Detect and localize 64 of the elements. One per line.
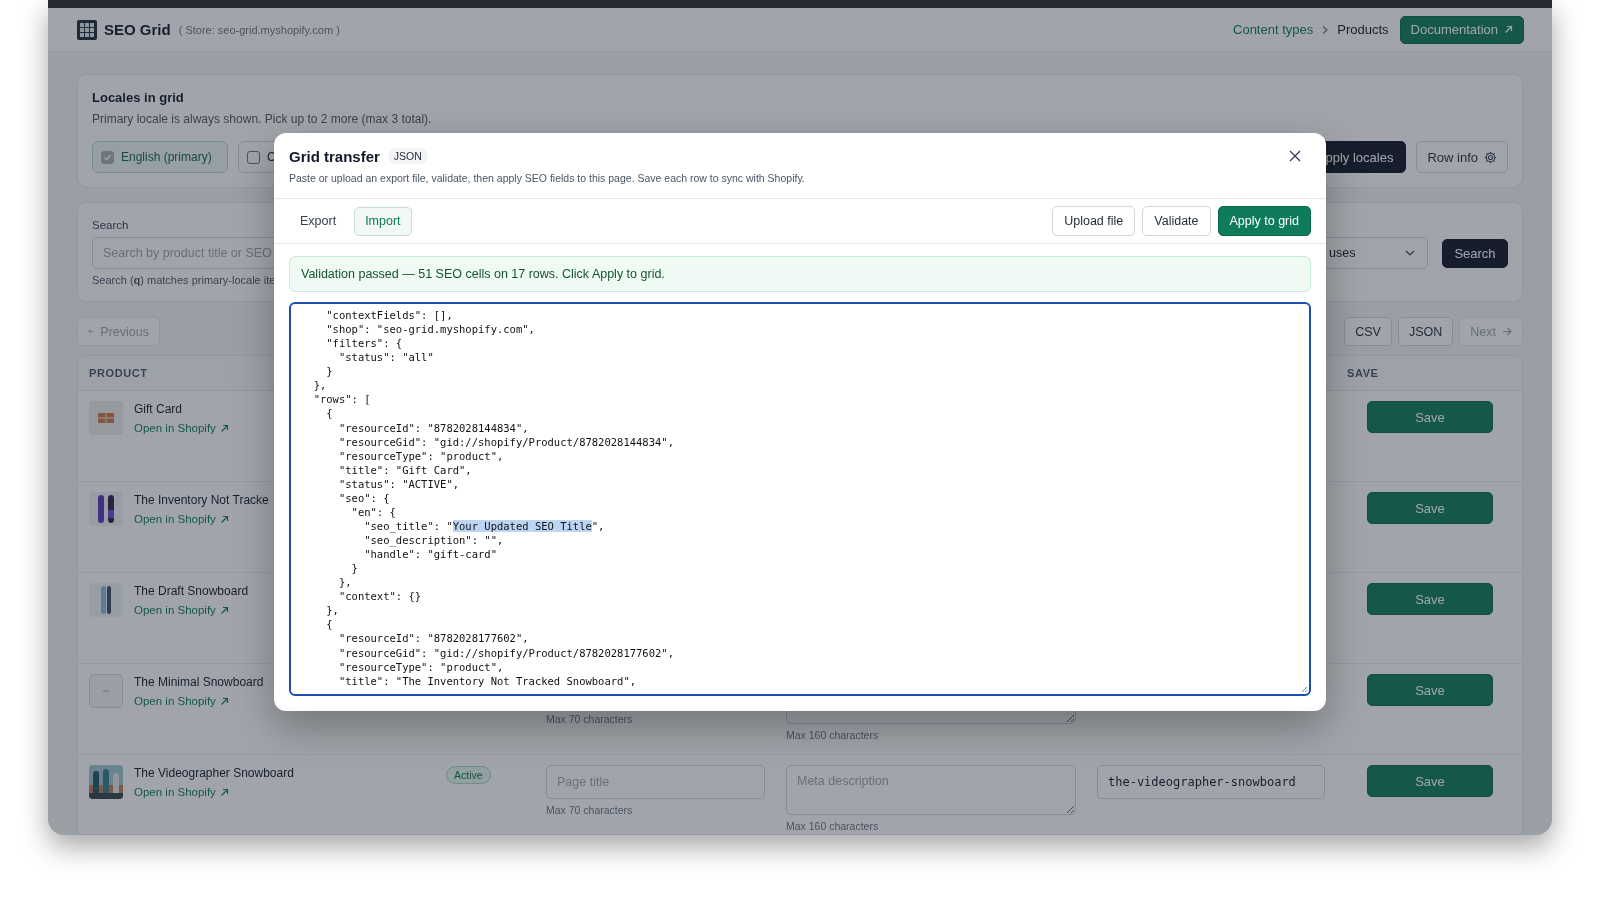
arrow-left-icon xyxy=(88,327,95,336)
grid-logo-icon xyxy=(77,19,97,40)
close-button[interactable] xyxy=(1287,148,1303,164)
open-in-shopify-link[interactable]: Open in Shopify xyxy=(134,604,229,616)
column-header: SAVE xyxy=(1347,367,1379,379)
handle-field[interactable]: the-videographer-snowboard xyxy=(1097,765,1325,799)
external-link-icon xyxy=(219,696,229,706)
save-button[interactable]: Save xyxy=(1367,401,1493,433)
dialog-title: Grid transfer xyxy=(289,147,380,165)
field-hint: Max 160 characters xyxy=(786,819,880,833)
resize-handle-icon xyxy=(1300,685,1308,693)
action-button[interactable]: Upload file xyxy=(1052,206,1136,236)
meta-description-field[interactable]: Meta description xyxy=(786,765,1076,815)
page-title-field[interactable]: Page title xyxy=(546,765,765,799)
product-title: Gift Card xyxy=(134,401,183,418)
checkbox[interactable] xyxy=(247,150,260,164)
export-button[interactable]: CSV xyxy=(1344,317,1392,346)
field-hint: Max 70 characters xyxy=(546,803,634,817)
save-button[interactable]: Save xyxy=(1367,674,1493,706)
image-placeholder-icon xyxy=(89,674,123,708)
save-button[interactable]: Save xyxy=(1367,765,1493,797)
store-label: ( Store: seo-grid.myshopify.com ) xyxy=(178,23,340,36)
row-info-button[interactable]: Row info xyxy=(1416,141,1508,173)
open-in-shopify-link[interactable]: Open in Shopify xyxy=(134,695,229,707)
product-title: The Minimal Snowboard xyxy=(134,674,264,691)
chevron-icon xyxy=(1321,24,1330,35)
validation-message: Validation passed — 51 SEO cells on 17 rows. Click Apply to grid. xyxy=(289,256,1311,292)
close-icon xyxy=(1289,150,1301,162)
external-link-icon xyxy=(219,514,229,524)
breadcrumb-link[interactable]: Content types xyxy=(1233,22,1314,37)
save-button[interactable]: Save xyxy=(1367,583,1493,615)
app-title: SEO Grid xyxy=(104,21,171,38)
arrow-right-icon xyxy=(1502,327,1512,336)
external-link-icon xyxy=(1504,25,1513,34)
open-in-shopify-link[interactable]: Open in Shopify xyxy=(134,786,229,798)
external-link-icon xyxy=(219,605,229,615)
product-title: The Draft Snowboard xyxy=(134,583,249,600)
breadcrumb-current: Products xyxy=(1337,22,1389,37)
product-title: The Videographer Snowboard xyxy=(134,765,294,782)
action-button[interactable]: Validate xyxy=(1142,206,1211,236)
json-editor[interactable]: "contextFields": [], "shop": "seo-grid.myshopify.com", "filters": { "status": "all" } }, "rows": [ { "resourceId": "8782028144834", "resourceGid": "gid://shopify/Product/8782028144834", "resourceType": "product", "title": "Gift Card", "status": "ACTIVE", "seo": { "en": { "seo_title": "Your Updated SEO Title", "seo_description": "", "handle": "gift-card" } }, "context": {} }, { "resourceId": "8782028177602", "resourceGid": "gid://shopify/Product/8782028177602", "resourceType": "product", "title": "The Inventory Not Tracked Snowboard", xyxy=(289,302,1311,696)
format-badge: JSON xyxy=(387,148,428,164)
external-link-icon xyxy=(219,787,229,797)
open-in-shopify-link[interactable]: Open in Shopify xyxy=(134,513,229,525)
documentation-button[interactable]: Documentation xyxy=(1399,15,1524,44)
column-header: PRODUCT xyxy=(89,367,148,379)
product-title: The Inventory Not Tracke xyxy=(134,492,269,509)
caret-icon xyxy=(1405,250,1415,256)
open-in-shopify-link[interactable]: Open in Shopify xyxy=(134,422,229,434)
field-label: Search xyxy=(92,218,129,233)
export-button[interactable]: JSON xyxy=(1397,317,1454,346)
field-hint: Max 70 characters xyxy=(546,712,634,726)
tab[interactable]: Export xyxy=(289,206,348,236)
gear-icon xyxy=(1484,150,1497,164)
external-link-icon xyxy=(219,423,229,433)
card-hint: Primary locale is always shown. Pick up to 2 more (max 3 total). xyxy=(92,111,432,127)
action-button[interactable]: Apply to grid xyxy=(1217,206,1311,236)
status-badge: Active xyxy=(446,766,491,784)
tab[interactable]: Import xyxy=(354,206,412,236)
field-hint: Max 160 characters xyxy=(786,728,880,742)
dialog-subtitle: Paste or upload an export file, validate, then apply SEO fields to this page. Save each row to sync with Shopify. xyxy=(289,171,806,186)
search-button[interactable]: Search xyxy=(1442,239,1508,268)
save-button[interactable]: Save xyxy=(1367,492,1493,524)
card-title: Locales in grid xyxy=(92,89,184,107)
